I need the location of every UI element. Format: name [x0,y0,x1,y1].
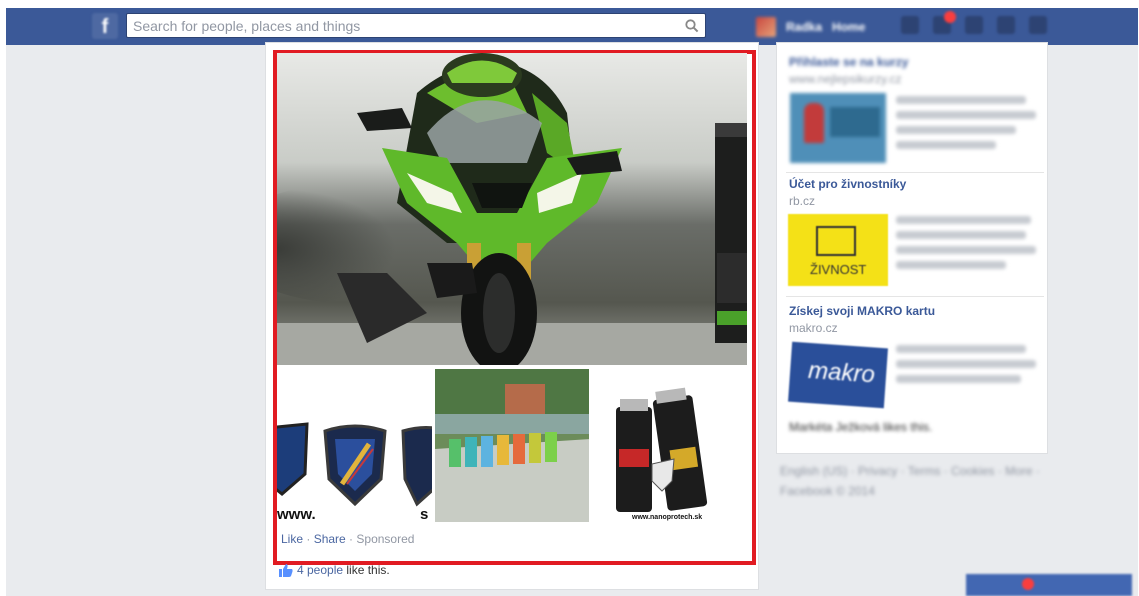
likes-count-link[interactable]: 4 people [297,563,343,577]
thumb-site-text: www.nanoprotech.sk [631,514,702,521]
thumbnail-shields[interactable]: www. s [277,369,432,522]
sidebar-ad-3-image-text: makro [807,356,876,389]
search-input[interactable] [133,17,673,35]
sidebar-ad-1-title[interactable]: Přihlaste se na kurzy [789,55,908,69]
shields-image: www. s [277,369,432,522]
like-link[interactable]: Like [281,532,303,546]
sidebar-ad-2-title[interactable]: Účet pro živnostníky [789,177,906,191]
footer-links-row[interactable]: English (US) · Privacy · Terms · Cookies… [780,461,1050,481]
profile-link[interactable]: Radka [786,20,822,34]
home-link[interactable]: Home [832,20,865,34]
sidebar-ad-2-text [896,216,1046,276]
user-nav: Radka Home [756,15,865,39]
thumb-www-text: www. [277,506,316,522]
sidebar-ad-2-domain: rb.cz [789,194,816,208]
sidebar-separator [786,172,1044,173]
likes-suffix: like this. [343,563,390,577]
sidebar-ad-3-domain: makro.cz [789,321,838,335]
sidebar-ad-1-domain: www.nejlepsikurzy.cz [789,72,902,86]
chat-notification-dot [1022,578,1034,590]
sidebar-ad-3-title[interactable]: Získej svoji MAKRO kartu [789,304,935,318]
share-link[interactable]: Share [314,532,346,546]
sidebar-separator [786,296,1044,297]
like-thumb-icon [279,563,293,577]
sidebar-ad-3-text [896,345,1046,390]
facebook-logo[interactable]: f [92,13,118,39]
sidebar-ad-2-image[interactable]: ŽIVNOST [788,214,888,286]
separator: · [345,532,357,546]
thumbnail-spray-cans[interactable]: www.nanoprotech.sk [592,369,748,522]
chat-sidebar-bar[interactable] [966,574,1132,596]
sponsored-label: Sponsored [356,532,415,546]
footer-copyright: Facebook © 2014 [780,484,875,498]
post-actions: Like · Share · Sponsored [281,532,414,546]
sidebar-ad-1-text [896,96,1046,156]
sidebar-ad-2-image-text: ŽIVNOST [810,262,867,277]
search-icon[interactable] [685,19,699,33]
privacy-icon[interactable] [997,16,1015,34]
separator: · [303,532,314,546]
footer-links: English (US) · Privacy · Terms · Cookies… [780,461,1050,501]
messages-icon[interactable] [933,11,956,34]
avatar[interactable] [756,17,776,37]
thumb-s-text: s [420,506,428,522]
ad-thumbnails: www. s www.nanoprotech.sk [277,369,748,522]
settings-icon[interactable] [1029,16,1047,34]
top-navigation-bar: f Radka Home [6,8,1138,45]
spray-cans-image: www.nanoprotech.sk [592,369,748,522]
notification-badge [944,11,956,23]
thumbnail-products-table[interactable] [434,369,590,522]
ad-hero-image[interactable] [277,53,747,365]
nav-icons [901,11,1047,34]
likes-summary: 4 people like this. [279,563,390,577]
sidebar-ad-3-social: Markéta Ježková likes this. [789,420,933,434]
friend-requests-icon[interactable] [901,16,919,34]
notifications-icon[interactable] [965,16,983,34]
products-table-image [434,369,590,522]
sidebar-ad-1-image[interactable] [790,93,886,163]
search-box[interactable] [126,13,706,38]
sidebar-ad-3-image[interactable]: makro [788,341,888,409]
motorcycle-photo [277,53,747,365]
